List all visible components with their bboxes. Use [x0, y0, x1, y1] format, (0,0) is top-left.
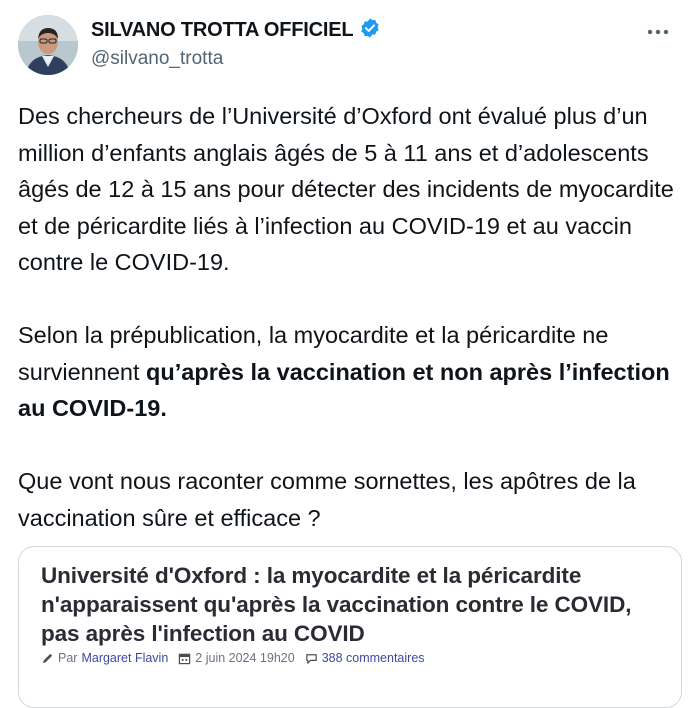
author-avatar[interactable]	[18, 15, 78, 75]
article-meta: Par Margaret Flavin 2 juin 2024 19h20 38…	[41, 651, 425, 665]
author-handle[interactable]: @silvano_trotta	[91, 48, 223, 70]
tweet-text: Des chercheurs de l’Université d’Oxford …	[18, 98, 674, 573]
tweet-paragraph-2: Selon la prépublication, la myocardite e…	[18, 317, 674, 427]
tweet-paragraph-1: Des chercheurs de l’Université d’Oxford …	[18, 103, 674, 275]
author-name-row: SILVANO TROTTA OFFICIEL	[91, 17, 381, 44]
more-options-button[interactable]	[644, 20, 672, 44]
article-by-label: Par	[58, 651, 78, 665]
author-display-name[interactable]: SILVANO TROTTA OFFICIEL	[91, 19, 354, 42]
verified-badge-icon[interactable]	[359, 17, 381, 44]
calendar-icon	[179, 653, 191, 664]
more-icon	[647, 29, 669, 35]
article-author[interactable]: Margaret Flavin	[81, 651, 168, 665]
pencil-icon	[42, 653, 53, 663]
comment-icon	[305, 653, 317, 664]
article-title: Université d'Oxford : la myocardite et l…	[41, 563, 632, 646]
article-date: 2 juin 2024 19h20	[195, 651, 295, 665]
article-comments-link[interactable]: 388 commentaires	[322, 651, 425, 665]
tweet-paragraph-3: Que vont nous raconter comme sornettes, …	[18, 468, 636, 531]
link-preview-card[interactable]: Université d'Oxford : la myocardite et l…	[18, 546, 682, 708]
